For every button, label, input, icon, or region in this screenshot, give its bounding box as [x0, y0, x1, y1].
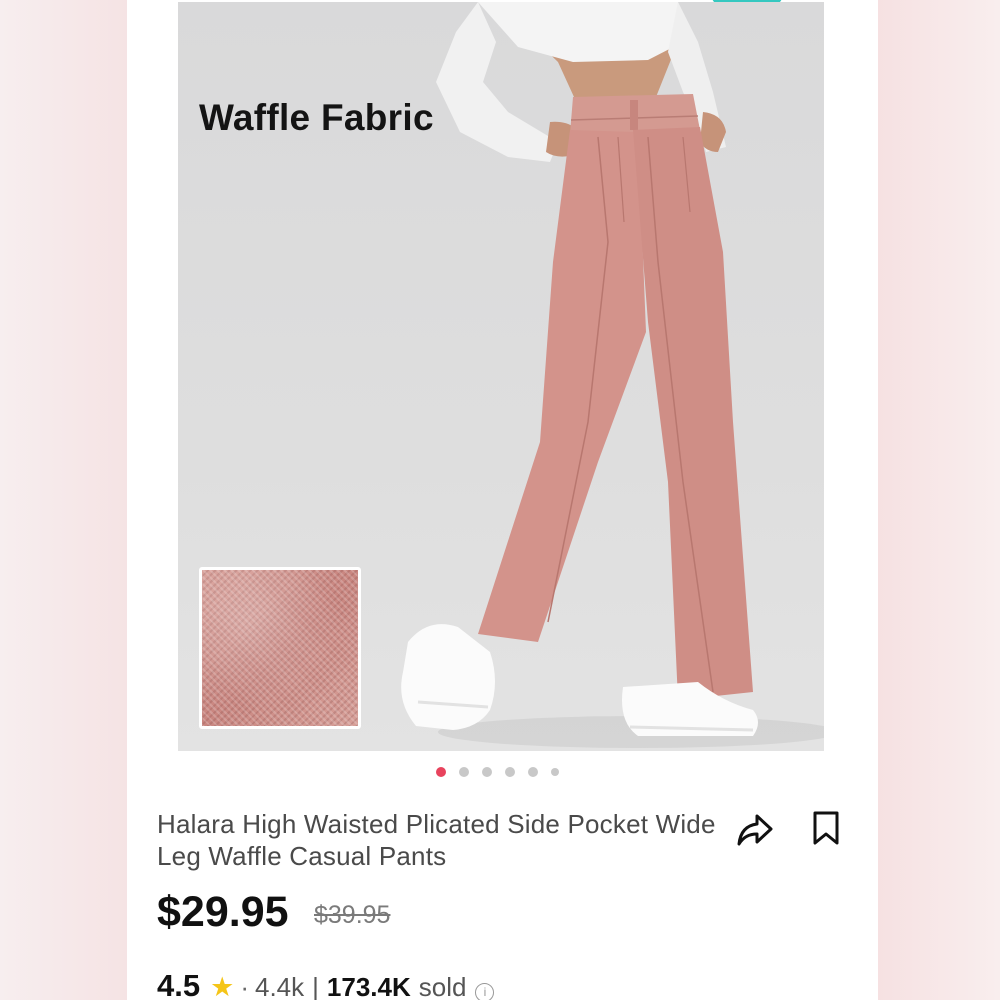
fabric-swatch-thumbnail[interactable]: [199, 567, 361, 729]
original-price: $39.95: [314, 901, 391, 929]
star-icon: ★: [210, 972, 235, 1000]
carousel-dot[interactable]: [528, 767, 538, 777]
current-price: $29.95: [157, 888, 289, 936]
carousel-dot[interactable]: [505, 767, 515, 777]
background-left: [0, 0, 127, 1000]
review-count[interactable]: 4.4k: [255, 972, 304, 1000]
image-fabric-label: Waffle Fabric: [199, 97, 434, 138]
carousel-dot[interactable]: [436, 767, 446, 777]
background-right: [878, 0, 1000, 1000]
carousel-dot[interactable]: [459, 767, 469, 777]
sold-count: 173.4K: [326, 972, 411, 1000]
divider: |: [312, 972, 319, 1000]
bookmark-icon[interactable]: [811, 810, 841, 846]
product-card: Waffle Fabric Halara High Waisted Plicat…: [127, 0, 878, 1000]
carousel-dot[interactable]: [482, 767, 492, 777]
product-title: Halara High Waisted Plicated Side Pocket…: [157, 809, 716, 871]
info-icon[interactable]: i: [475, 983, 495, 1000]
share-arrow-icon[interactable]: [735, 812, 775, 848]
image-carousel-indicator: [436, 767, 559, 777]
rating-score: 4.5: [157, 968, 201, 1000]
product-image[interactable]: Waffle Fabric: [178, 2, 824, 751]
carousel-dot[interactable]: [551, 768, 559, 776]
rating-row[interactable]: 4.5 ★ · 4.4k | 173.4K sold i: [157, 968, 495, 1000]
separator-dot: ·: [240, 972, 249, 1000]
sold-label: sold: [418, 972, 467, 1000]
